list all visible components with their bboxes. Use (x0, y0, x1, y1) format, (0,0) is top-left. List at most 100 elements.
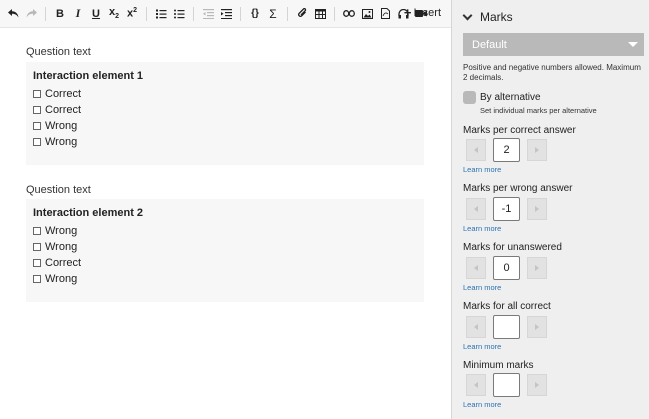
arrow-right-icon (535, 206, 539, 212)
increment-button[interactable] (527, 257, 547, 279)
checkbox[interactable] (33, 90, 41, 98)
marks-wrong-input[interactable]: -1 (493, 197, 520, 221)
marks-correct-stepper: 2 (466, 138, 547, 162)
question-text[interactable]: Question text (26, 184, 91, 196)
indent-button[interactable] (217, 4, 235, 24)
option-label: Correct (45, 88, 82, 100)
toolbar-divider (334, 6, 335, 21)
learn-more-link[interactable]: Learn more (463, 224, 501, 233)
bold-button[interactable]: B (51, 4, 69, 24)
decrement-button[interactable] (466, 374, 486, 396)
superscript-button[interactable]: x2 (123, 4, 141, 24)
formula-button[interactable]: Σ (264, 4, 282, 24)
attachment-button[interactable] (293, 4, 311, 24)
bullet-list-button[interactable] (170, 4, 188, 24)
toolbar-divider (45, 6, 46, 21)
marks-unanswered-input[interactable]: 0 (493, 256, 520, 280)
arrow-right-icon (535, 324, 539, 330)
increment-button[interactable] (527, 198, 547, 220)
editor-toolbar: B I U x2 x2 {} Σ + Insert (0, 0, 451, 28)
checkbox[interactable] (33, 227, 41, 235)
interaction-block[interactable]: Interaction element 1 Correct Correct Wr… (26, 62, 424, 165)
by-alternative-description: Set individual marks per alternative (480, 106, 597, 115)
decrement-button[interactable] (466, 198, 486, 220)
option-label: Wrong (45, 241, 78, 253)
learn-more-link[interactable]: Learn more (463, 165, 501, 174)
underline-button[interactable]: U (87, 4, 105, 24)
marks-all-correct-input[interactable] (493, 315, 520, 339)
interaction-title: Interaction element 2 (33, 207, 144, 219)
subscript-button[interactable]: x2 (105, 4, 123, 24)
arrow-left-icon (474, 206, 478, 212)
outdent-button[interactable] (199, 4, 217, 24)
minimum-marks-stepper (466, 373, 547, 397)
increment-button[interactable] (527, 316, 547, 338)
numbered-list-button[interactable] (152, 4, 170, 24)
curly-braces-icon: {} (251, 8, 259, 19)
arrow-left-icon (474, 382, 478, 388)
marks-mode-select[interactable]: Default (463, 33, 644, 56)
decrement-button[interactable] (466, 316, 486, 338)
insert-button[interactable]: + Insert (404, 5, 441, 20)
checkbox[interactable] (33, 259, 41, 267)
answer-option[interactable]: Wrong (33, 119, 77, 133)
editor-area[interactable]: Question text Interaction element 1 Corr… (0, 29, 451, 419)
marks-unanswered-label: Marks for unanswered (463, 242, 562, 253)
image-button[interactable] (358, 4, 376, 24)
link-button[interactable] (340, 4, 358, 24)
answer-option[interactable]: Wrong (33, 224, 77, 238)
marks-hint: Positive and negative numbers allowed. M… (463, 63, 641, 82)
checkbox[interactable] (33, 275, 41, 283)
checkbox[interactable] (33, 122, 41, 130)
by-alternative-toggle[interactable] (463, 91, 476, 104)
minimum-marks-label: Minimum marks (463, 360, 534, 371)
option-label: Correct (45, 104, 82, 116)
bold-icon: B (56, 7, 64, 20)
marks-correct-input[interactable]: 2 (493, 138, 520, 162)
answer-option[interactable]: Wrong (33, 135, 77, 149)
answer-option[interactable]: Correct (33, 87, 81, 101)
marks-wrong-stepper: -1 (466, 197, 547, 221)
question-text[interactable]: Question text (26, 46, 91, 58)
option-label: Wrong (45, 120, 78, 132)
marks-header[interactable]: Marks (462, 10, 513, 24)
marks-panel: Marks Default Positive and negative numb… (451, 0, 649, 419)
marks-all-correct-stepper (466, 315, 547, 339)
answer-option[interactable]: Correct (33, 103, 81, 117)
redo-icon (26, 9, 37, 18)
superscript-icon: x2 (126, 7, 138, 20)
table-button[interactable] (311, 4, 329, 24)
answer-option[interactable]: Wrong (33, 240, 77, 254)
table-icon (314, 8, 326, 19)
indent-icon (220, 8, 232, 19)
increment-button[interactable] (527, 139, 547, 161)
pdf-button[interactable] (376, 4, 394, 24)
interaction-block[interactable]: Interaction element 2 Wrong Wrong Correc… (26, 199, 424, 302)
learn-more-link[interactable]: Learn more (463, 283, 501, 292)
insert-label: Insert (413, 6, 441, 19)
arrow-right-icon (535, 147, 539, 153)
option-label: Wrong (45, 225, 78, 237)
redo-button[interactable] (22, 4, 40, 24)
learn-more-link[interactable]: Learn more (463, 400, 501, 409)
checkbox[interactable] (33, 243, 41, 251)
subscript-icon: x2 (108, 6, 120, 21)
toolbar-divider (287, 6, 288, 21)
minimum-marks-input[interactable] (493, 373, 520, 397)
decrement-button[interactable] (466, 139, 486, 161)
checkbox[interactable] (33, 138, 41, 146)
answer-option[interactable]: Correct (33, 256, 81, 270)
italic-button[interactable]: I (69, 4, 87, 24)
checkbox[interactable] (33, 106, 41, 114)
underline-icon: U (92, 7, 100, 20)
increment-button[interactable] (527, 374, 547, 396)
arrow-left-icon (474, 147, 478, 153)
image-icon (361, 8, 373, 19)
decrement-button[interactable] (466, 257, 486, 279)
answer-option[interactable]: Wrong (33, 272, 77, 286)
plus-icon: + (403, 5, 412, 20)
learn-more-link[interactable]: Learn more (463, 342, 501, 351)
code-button[interactable]: {} (246, 4, 264, 24)
undo-button[interactable] (4, 4, 22, 24)
option-label: Correct (45, 257, 82, 269)
